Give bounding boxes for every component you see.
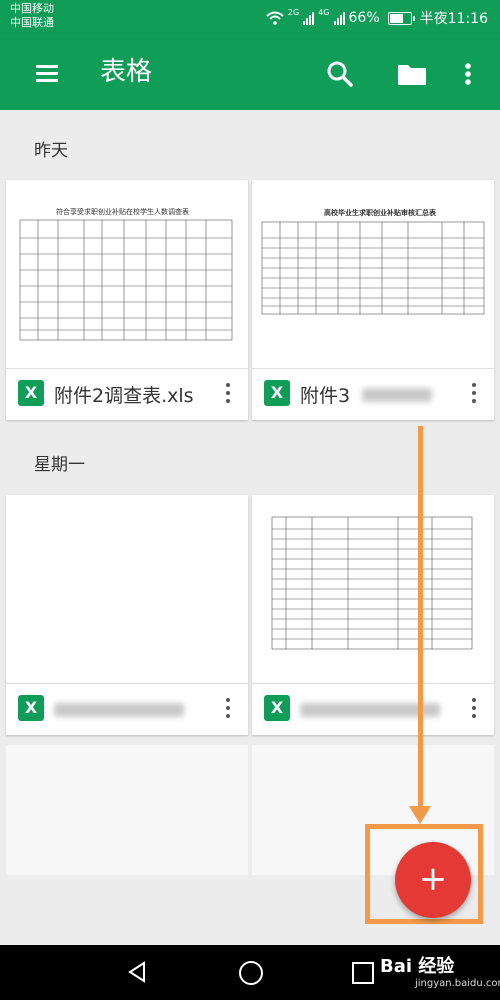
spreadsheet-file-icon: X [18, 695, 44, 721]
home-icon[interactable] [239, 961, 263, 985]
spreadsheet-file-icon: X [264, 695, 290, 721]
file-card[interactable]: 符合享受求职创业补贴在校学生人数调查表 X 附件2调查表.xls [6, 180, 248, 420]
carrier-2: 中国联通 [10, 16, 54, 29]
carrier-1: 中国移动 [10, 2, 54, 15]
file-name: 附件2调查表.xls [54, 385, 194, 407]
file-card-footer: X [6, 683, 248, 735]
redacted-text [54, 703, 184, 717]
folder-icon[interactable] [394, 56, 430, 92]
battery-icon [387, 11, 415, 25]
network-type-2: 4G [318, 7, 330, 17]
file-thumbnail: 符合享受求职创业补贴在校学生人数调查表 [6, 180, 248, 369]
spreadsheet-preview [261, 221, 485, 315]
status-indicators: 2G 4G 66% 半夜11:16 [266, 8, 488, 28]
search-icon[interactable] [322, 56, 358, 92]
signal-icon [303, 11, 315, 25]
back-icon[interactable] [126, 961, 148, 983]
empty-area [6, 745, 248, 875]
wifi-icon [266, 11, 284, 25]
spreadsheet-file-icon: X [18, 380, 44, 406]
spreadsheet-file-icon: X [264, 380, 290, 406]
recents-icon[interactable] [352, 962, 374, 984]
carrier-info: 中国移动 中国联通 [10, 2, 54, 30]
page-title: 表格 [100, 57, 153, 87]
file-thumbnail [252, 495, 494, 684]
watermark-url: jingyan.baidu.com [415, 978, 500, 989]
spreadsheet-preview [271, 516, 473, 650]
app-bar: 表格 [0, 34, 500, 110]
file-card[interactable]: X [6, 495, 248, 735]
file-card[interactable]: X [252, 495, 494, 735]
spreadsheet-preview [19, 219, 233, 341]
battery-percent: 66% [348, 10, 380, 26]
more-vert-icon[interactable] [456, 56, 480, 92]
network-type-1: 2G [287, 7, 300, 17]
annotation-arrow-head [409, 806, 431, 824]
add-icon: + [418, 859, 448, 899]
file-thumbnail [6, 495, 248, 684]
add-spreadsheet-button[interactable]: + [395, 842, 471, 918]
file-more-icon[interactable] [464, 693, 484, 723]
watermark-logo: Bai 经验 [380, 956, 455, 977]
annotation-arrow-line [418, 426, 423, 814]
section-header-yesterday: 昨天 [34, 141, 68, 161]
file-card-footer: X 附件3 [252, 368, 494, 420]
redacted-text [362, 388, 432, 402]
menu-icon[interactable] [30, 56, 64, 90]
file-card-footer: X [252, 683, 494, 735]
file-more-icon[interactable] [218, 378, 238, 408]
file-more-icon[interactable] [464, 378, 484, 408]
signal-icon-2 [333, 11, 345, 25]
section-header-monday: 星期一 [34, 455, 85, 475]
status-bar: 中国移动 中国联通 2G 4G 66% 半夜11:16 [0, 0, 500, 34]
clock: 半夜11:16 [419, 11, 488, 27]
file-card[interactable]: 高校毕业生求职创业补贴审核汇总表 X 附件3 [252, 180, 494, 420]
file-more-icon[interactable] [218, 693, 238, 723]
file-thumbnail: 高校毕业生求职创业补贴审核汇总表 [252, 180, 494, 369]
file-card-footer: X 附件2调查表.xls [6, 368, 248, 420]
